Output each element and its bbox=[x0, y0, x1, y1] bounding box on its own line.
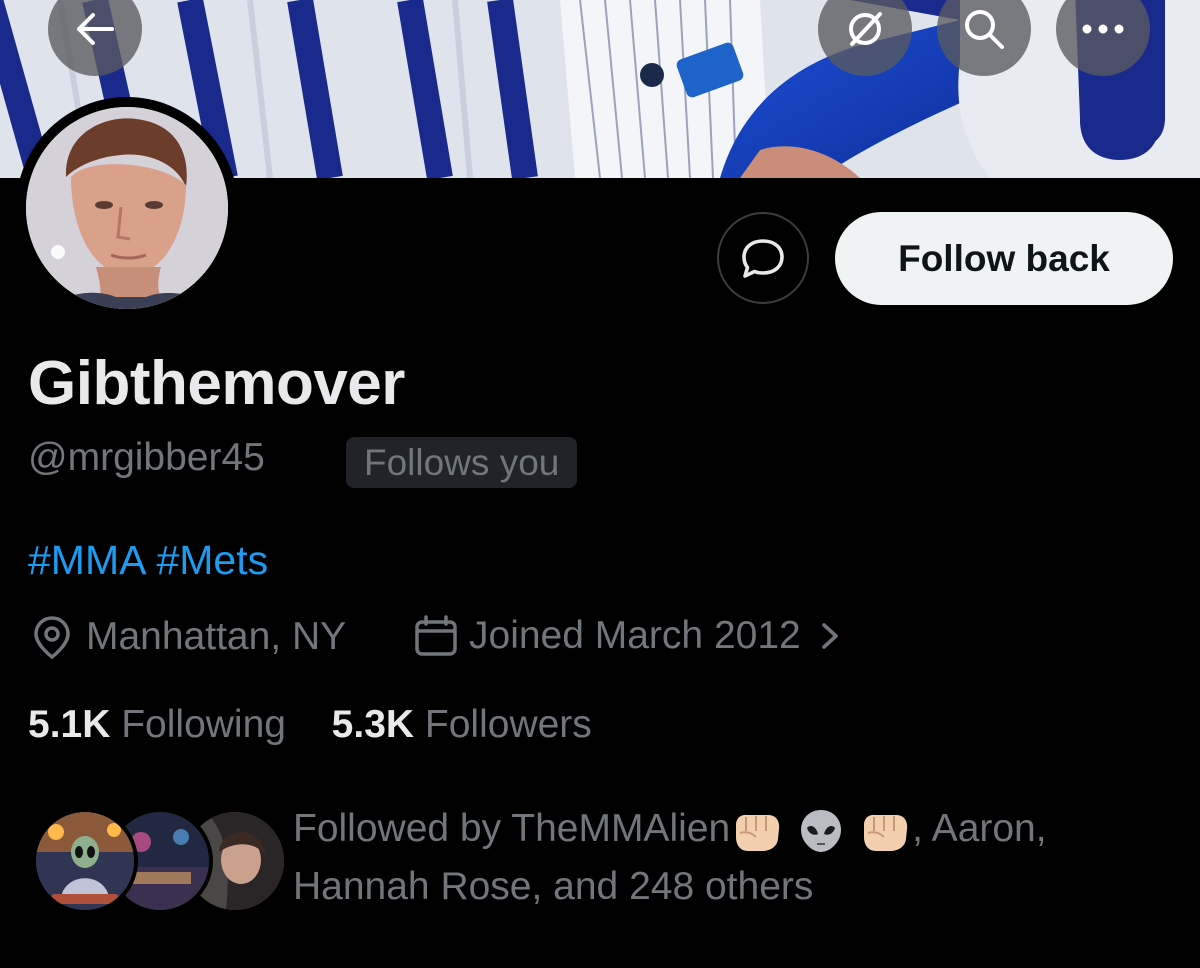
followed-by-avatars[interactable] bbox=[32, 808, 288, 914]
avatar bbox=[32, 808, 138, 914]
follow-stats: 5.1K Following 5.3K Followers bbox=[28, 703, 592, 747]
profile-bio: #MMA #Mets bbox=[28, 537, 278, 584]
search-icon bbox=[965, 10, 1004, 49]
hashtag-link[interactable]: #Mets bbox=[156, 537, 268, 583]
alien-emoji-icon bbox=[801, 809, 842, 852]
location-item: Manhattan, NY bbox=[32, 614, 346, 660]
display-name: Gibthemover bbox=[28, 349, 405, 418]
following-count: 5.1K bbox=[28, 703, 111, 746]
joined-date-item[interactable]: Joined March 2012 bbox=[413, 614, 843, 658]
following-label: Following bbox=[121, 703, 286, 746]
location-pin-icon bbox=[34, 616, 70, 660]
followers-link[interactable]: 5.3K Followers bbox=[332, 703, 592, 746]
user-handle: @mrgibber45 bbox=[28, 436, 265, 479]
followed-by-prefix: Followed by bbox=[293, 807, 502, 850]
followers-count: 5.3K bbox=[331, 703, 415, 746]
notifications-off-icon bbox=[849, 12, 882, 46]
fist-emoji-icon bbox=[864, 814, 908, 851]
hashtag-link[interactable]: #MMA bbox=[28, 537, 146, 583]
calendar-icon bbox=[415, 615, 457, 656]
followers-label: Followers bbox=[424, 703, 592, 746]
following-link[interactable]: 5.1K Following bbox=[28, 703, 286, 746]
fist-emoji-icon bbox=[736, 814, 780, 851]
more-dots-icon bbox=[1082, 24, 1124, 34]
follow-back-button[interactable]: Follow back bbox=[835, 212, 1173, 305]
location-text: Manhattan, NY bbox=[86, 615, 347, 658]
chevron-right-icon bbox=[821, 623, 838, 649]
profile-avatar[interactable] bbox=[16, 97, 238, 319]
message-button[interactable] bbox=[717, 212, 809, 304]
avatar-photo bbox=[26, 107, 228, 309]
arrow-left-icon bbox=[77, 13, 114, 45]
follows-you-badge: Follows you bbox=[346, 437, 578, 488]
followed-by-text[interactable]: Followed by TheMMAlien , Aaron, Hannah R… bbox=[293, 800, 1173, 916]
followed-by-first: TheMMAlien bbox=[511, 807, 731, 850]
message-bubble-icon bbox=[742, 239, 784, 278]
joined-date-text: Joined March 2012 bbox=[469, 614, 801, 657]
